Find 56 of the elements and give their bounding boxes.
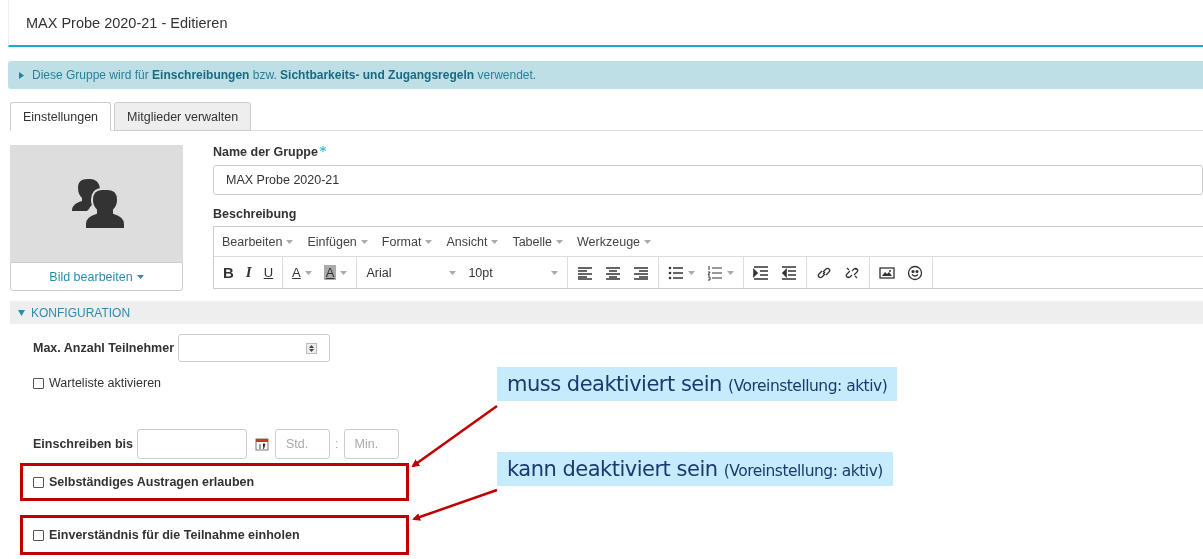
field-label: Beschreibung <box>213 207 297 223</box>
checkbox[interactable] <box>33 529 44 541</box>
caret-icon <box>136 274 144 279</box>
calendar-icon[interactable] <box>255 437 270 451</box>
indent-icon <box>753 264 770 281</box>
checkbox[interactable] <box>33 377 44 389</box>
info-bar[interactable]: Diese Gruppe wird für Einschreibungen bzw. Sichtbarkeits- und Zugangsregeln verwendet. <box>8 61 1203 89</box>
date-field[interactable] <box>137 429 248 459</box>
field-label: Name der Gruppe <box>213 145 318 161</box>
text-color-button[interactable]: A <box>287 260 317 285</box>
tab[interactable]: Einstellungen <box>10 102 112 131</box>
checkbox-label: Warteliste aktivieren <box>49 376 162 390</box>
caret-icon <box>644 239 652 244</box>
caret-icon <box>360 239 368 244</box>
align-left-icon <box>577 264 594 281</box>
align-center-icon <box>605 264 622 281</box>
underline-button[interactable]: U <box>258 260 279 285</box>
info-text: Diese Gruppe wird für Einschreibungen bzw. Sichtbarkeits- und Zugangsregeln verwendet. <box>32 68 537 82</box>
caret-icon <box>491 239 499 244</box>
bg-color-button[interactable]: A <box>318 260 353 285</box>
checkbox[interactable] <box>33 476 44 488</box>
bullets-icon <box>668 264 685 281</box>
spinner-icon <box>306 342 317 354</box>
field-label: Einschreiben bis <box>33 437 134 451</box>
image-icon <box>879 264 896 281</box>
numbers-icon <box>707 264 724 281</box>
align-right-icon <box>633 264 650 281</box>
edit-image-button[interactable]: Bild bearbeiten <box>10 262 183 291</box>
menu-item[interactable]: Werkzeuge <box>577 234 652 249</box>
menu-item[interactable]: Bearbeiten <box>222 234 294 249</box>
italic-button[interactable]: I <box>240 260 257 285</box>
bold-button[interactable]: B <box>218 260 239 285</box>
caret-icon <box>286 239 294 244</box>
checkbox-label: Einverständnis für die Teilnahme einholen <box>49 528 300 542</box>
size-select[interactable]: 10pt <box>463 260 564 285</box>
field-label: Max. Anzahl Teilnehmer <box>33 341 174 355</box>
section-title: KONFIGURATION <box>31 305 131 320</box>
outdent-icon <box>781 264 798 281</box>
minute-field[interactable]: Min. <box>343 429 399 459</box>
time-separator: : <box>335 437 339 451</box>
font-select[interactable]: Arial <box>361 260 462 285</box>
hour-field[interactable]: Std. <box>275 429 331 459</box>
menu-item[interactable]: Einfügen <box>307 234 368 249</box>
name-field[interactable]: MAX Probe 2020-21 <box>213 165 1203 195</box>
caret-icon <box>425 239 433 244</box>
tab[interactable]: Mitglieder verwalten <box>114 102 252 131</box>
number-field[interactable] <box>178 334 330 362</box>
emoji-icon <box>907 264 924 281</box>
menu-item[interactable]: Format <box>381 234 433 249</box>
page-title: MAX Probe 2020-21 - Editieren <box>26 14 228 31</box>
menu-item[interactable]: Ansicht <box>446 234 499 249</box>
checkbox-label: Selbständiges Austragen erlauben <box>49 475 255 489</box>
caret-icon <box>556 239 564 244</box>
callout-note: muss deaktiviert sein (Voreinstellung: aktiv) <box>497 367 898 401</box>
callout-note: kann deaktiviert sein (Voreinstellung: aktiv) <box>497 452 893 486</box>
menu-item[interactable]: Tabelle <box>512 234 564 249</box>
